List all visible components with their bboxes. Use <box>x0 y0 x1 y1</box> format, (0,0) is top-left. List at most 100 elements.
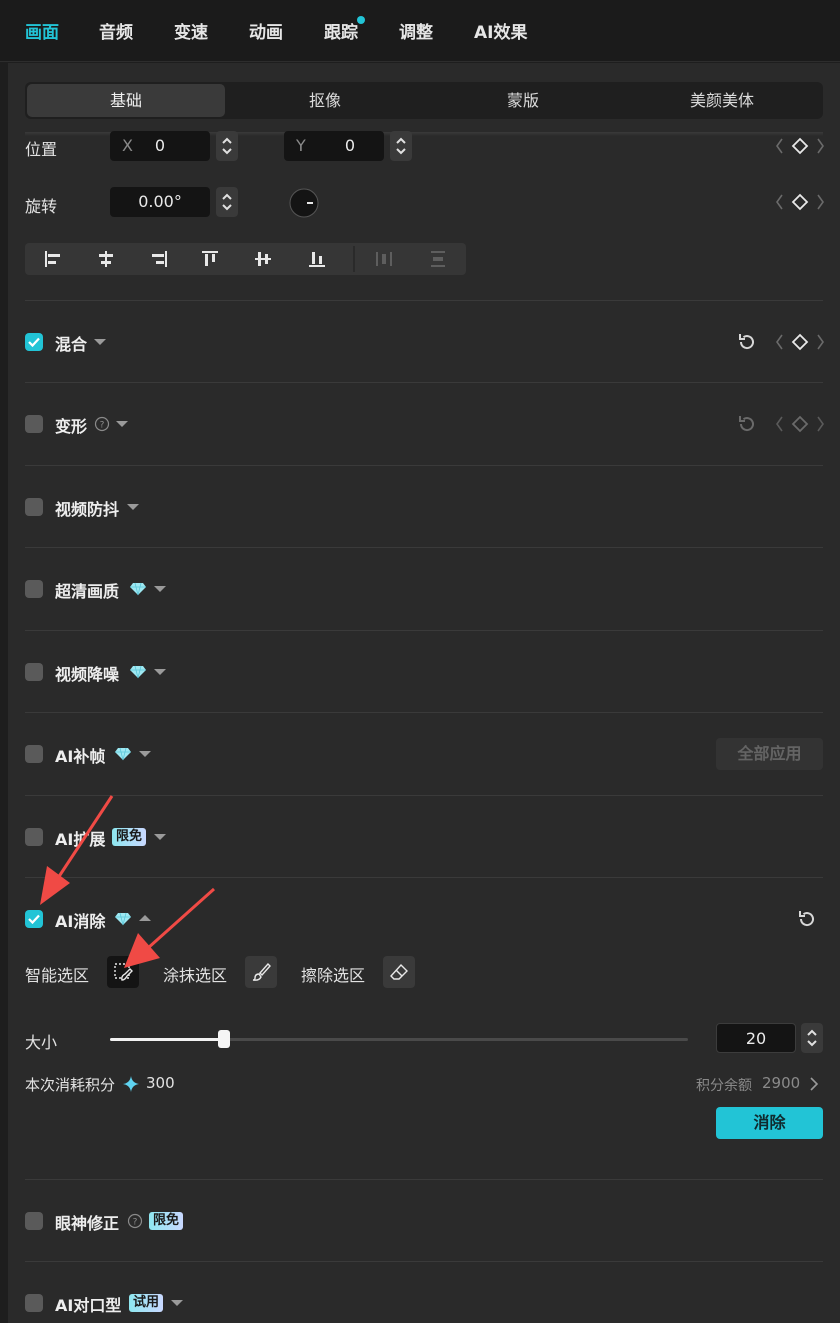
diamond-vip-icon <box>130 665 146 679</box>
section-divider <box>25 1261 823 1262</box>
reset-icon[interactable] <box>796 908 818 930</box>
stepper-arrows-icon <box>222 193 232 211</box>
reset-icon[interactable] <box>736 331 758 353</box>
eraser-icon <box>390 963 408 980</box>
rotation-field[interactable]: 0.00° <box>110 187 210 217</box>
subtab-basic[interactable]: 基础 <box>27 84 225 117</box>
hd-chevron-down-icon[interactable] <box>154 586 166 592</box>
size-stepper[interactable] <box>801 1023 823 1053</box>
position-label: 位置 <box>25 140 58 159</box>
frame-interp-label: AI补帧 <box>55 747 106 766</box>
ai-expand-checkbox[interactable] <box>25 828 43 846</box>
chevron-right-icon[interactable] <box>808 1076 820 1092</box>
position-x-stepper[interactable] <box>216 131 238 161</box>
keyframe-diamond-icon[interactable] <box>774 332 826 352</box>
smart-select-button[interactable] <box>107 956 139 988</box>
rotation-dial-icon[interactable] <box>288 187 320 219</box>
tab-speed[interactable]: 变速 <box>174 20 208 46</box>
diamond-vip-icon <box>115 912 131 926</box>
tab-adjust[interactable]: 调整 <box>399 20 433 46</box>
stepper-arrows-icon <box>222 137 232 155</box>
balance-label: 积分余额 <box>696 1078 752 1094</box>
free-badge: 限免 <box>149 1212 184 1230</box>
erase-button[interactable]: 消除 <box>716 1107 823 1139</box>
deform-checkbox[interactable] <box>25 415 43 433</box>
align-toolbar <box>25 243 466 275</box>
stabilize-chevron-down-icon[interactable] <box>127 504 139 510</box>
lip-sync-label: AI对口型 <box>55 1296 122 1315</box>
ai-erase-label: AI消除 <box>55 912 106 931</box>
paint-select-button[interactable] <box>245 956 277 988</box>
help-icon[interactable]: ? <box>127 1213 143 1229</box>
section-divider <box>25 712 823 713</box>
subtab-beauty[interactable]: 美颜美体 <box>623 84 821 117</box>
align-top-icon[interactable] <box>200 249 220 269</box>
subtab-mask[interactable]: 蒙版 <box>425 84 621 117</box>
align-center-horizontal-icon[interactable] <box>96 249 116 269</box>
section-divider <box>25 547 823 548</box>
size-slider-thumb[interactable] <box>218 1030 230 1048</box>
frame-interp-chevron-down-icon[interactable] <box>139 751 151 757</box>
distribute-horizontal-icon <box>376 252 392 266</box>
checkmark-icon <box>28 914 40 925</box>
app-window: 画面 音频 变速 动画 跟踪 调整 AI效果 基础 抠像 蒙版 美颜美体 位置 … <box>0 0 840 1323</box>
position-x-field[interactable]: X 0 <box>110 131 210 161</box>
align-right-icon[interactable] <box>149 249 169 269</box>
brush-icon <box>252 962 271 981</box>
paint-select-label: 涂抹选区 <box>163 966 228 985</box>
reset-icon <box>739 416 754 432</box>
eye-fix-label: 眼神修正 <box>55 1214 120 1233</box>
lip-sync-chevron-down-icon[interactable] <box>171 1300 183 1306</box>
denoise-checkbox[interactable] <box>25 663 43 681</box>
rotation-stepper[interactable] <box>216 187 238 217</box>
frame-interp-checkbox[interactable] <box>25 745 43 763</box>
eye-fix-checkbox[interactable] <box>25 1212 43 1230</box>
deform-chevron-down-icon[interactable] <box>116 421 128 427</box>
keyframe-diamond-icon[interactable] <box>774 136 826 156</box>
tab-picture[interactable]: 画面 <box>25 20 59 46</box>
diamond-vip-icon <box>130 582 146 596</box>
blend-checkbox[interactable] <box>25 333 43 351</box>
deform-label: 变形 <box>55 417 88 436</box>
size-slider-fill <box>110 1038 224 1041</box>
svg-text:?: ? <box>133 1218 138 1228</box>
ai-expand-chevron-down-icon[interactable] <box>154 834 166 840</box>
tab-audio[interactable]: 音频 <box>99 20 133 46</box>
ai-erase-checkbox[interactable] <box>25 910 43 928</box>
diamond-vip-icon <box>115 747 131 761</box>
align-center-vertical-icon[interactable] <box>253 249 273 269</box>
distribute-vertical-icon <box>431 251 445 267</box>
align-left-icon[interactable] <box>43 249 63 269</box>
apply-all-button[interactable]: 全部应用 <box>716 738 823 770</box>
blend-chevron-down-icon[interactable] <box>94 339 106 345</box>
subtab-cutout[interactable]: 抠像 <box>227 84 423 117</box>
stabilize-checkbox[interactable] <box>25 498 43 516</box>
smart-select-icon <box>114 963 133 981</box>
keyframe-diamond-icon <box>776 415 824 433</box>
position-x-value: 0 <box>154 136 166 155</box>
size-input[interactable]: 20 <box>716 1023 796 1053</box>
hd-label: 超清画质 <box>55 582 120 601</box>
sparkle-icon <box>123 1076 139 1092</box>
lip-sync-checkbox[interactable] <box>25 1294 43 1312</box>
tab-tracking[interactable]: 跟踪 <box>324 20 358 46</box>
size-label: 大小 <box>25 1033 58 1052</box>
erase-select-button[interactable] <box>383 956 415 988</box>
size-value: 20 <box>745 1029 767 1048</box>
position-y-stepper[interactable] <box>390 131 412 161</box>
tab-animation[interactable]: 动画 <box>249 20 283 46</box>
section-divider <box>25 300 823 301</box>
denoise-chevron-down-icon[interactable] <box>154 669 166 675</box>
align-bottom-icon[interactable] <box>307 249 327 269</box>
section-divider <box>25 877 823 878</box>
position-y-field[interactable]: Y 0 <box>284 131 384 161</box>
section-divider <box>25 1179 823 1180</box>
denoise-label: 视频降噪 <box>55 665 120 684</box>
ai-erase-chevron-up-icon[interactable] <box>139 915 151 921</box>
ai-expand-label: AI扩展 <box>55 830 106 849</box>
keyframe-diamond-icon[interactable] <box>774 192 826 212</box>
tab-ai-effects[interactable]: AI效果 <box>474 20 527 46</box>
hd-checkbox[interactable] <box>25 580 43 598</box>
top-tab-bar: 画面 音频 变速 动画 跟踪 调整 AI效果 <box>0 0 840 62</box>
help-icon[interactable]: ? <box>94 416 110 432</box>
